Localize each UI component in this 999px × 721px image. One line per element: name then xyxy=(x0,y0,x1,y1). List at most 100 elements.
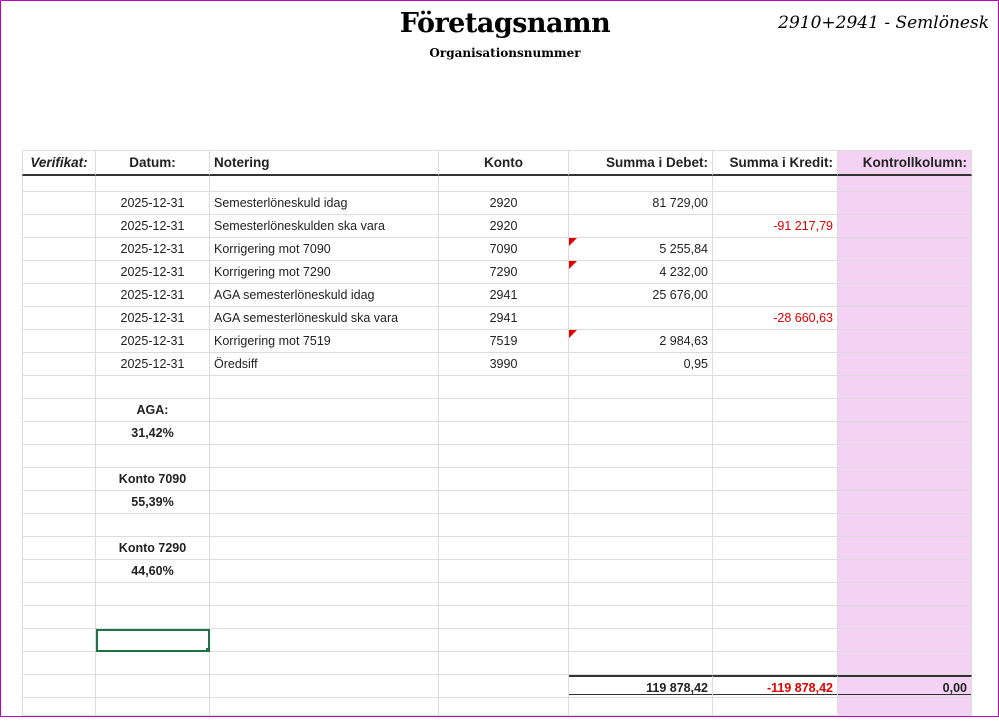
cell[interactable] xyxy=(569,376,713,399)
cell[interactable] xyxy=(439,399,569,422)
cell[interactable] xyxy=(439,537,569,560)
cell[interactable] xyxy=(838,698,972,716)
cell[interactable] xyxy=(22,583,96,606)
cell[interactable] xyxy=(838,468,972,491)
cell[interactable] xyxy=(569,399,713,422)
cell-konto[interactable]: 2920 xyxy=(439,192,569,215)
cell-notering[interactable]: Semesterlöneskulden ska vara xyxy=(210,215,439,238)
cell[interactable] xyxy=(569,422,713,445)
cell-kontroll[interactable] xyxy=(838,192,972,215)
cell-kredit[interactable] xyxy=(713,192,838,215)
col-verifikat[interactable]: Verifikat: xyxy=(22,150,96,176)
cell[interactable] xyxy=(439,176,569,192)
cell[interactable] xyxy=(713,422,838,445)
cell-konto[interactable]: 2920 xyxy=(439,215,569,238)
cell[interactable] xyxy=(838,176,972,192)
cell-notering[interactable]: Öredsiff xyxy=(210,353,439,376)
cell[interactable] xyxy=(210,560,439,583)
cell[interactable] xyxy=(439,376,569,399)
cell[interactable] xyxy=(210,468,439,491)
cell[interactable] xyxy=(96,698,210,716)
cell-notering[interactable]: Semesterlöneskuld idag xyxy=(210,192,439,215)
cell[interactable] xyxy=(96,675,210,698)
cell[interactable] xyxy=(22,376,96,399)
cell-kredit[interactable] xyxy=(713,238,838,261)
cell[interactable] xyxy=(210,422,439,445)
col-konto[interactable]: Konto xyxy=(439,150,569,176)
selected-cell[interactable] xyxy=(96,629,210,652)
cell[interactable] xyxy=(713,652,838,675)
cell-debet[interactable]: 25 676,00 xyxy=(569,284,713,307)
cell[interactable] xyxy=(96,445,210,468)
cell-kredit[interactable] xyxy=(713,330,838,353)
cell[interactable] xyxy=(569,652,713,675)
cell[interactable] xyxy=(439,652,569,675)
cell[interactable] xyxy=(439,468,569,491)
cell-datum[interactable]: 2025-12-31 xyxy=(96,261,210,284)
cell[interactable] xyxy=(569,606,713,629)
cell-verifikat[interactable] xyxy=(22,261,96,284)
cell-verifikat[interactable] xyxy=(22,353,96,376)
cell-kontroll[interactable] xyxy=(838,261,972,284)
cell-debet[interactable]: 4 232,00 xyxy=(569,261,713,284)
cell[interactable] xyxy=(22,698,96,716)
cell[interactable] xyxy=(838,583,972,606)
cell[interactable] xyxy=(838,422,972,445)
cell-konto[interactable]: 7290 xyxy=(439,261,569,284)
cell[interactable] xyxy=(569,491,713,514)
cell-kontroll[interactable] xyxy=(838,215,972,238)
cell[interactable] xyxy=(22,399,96,422)
total-kontroll[interactable]: 0,00 xyxy=(838,675,972,698)
cell[interactable] xyxy=(210,176,439,192)
cell[interactable] xyxy=(713,629,838,652)
cell[interactable] xyxy=(22,675,96,698)
cell[interactable] xyxy=(439,583,569,606)
cell-kontroll[interactable] xyxy=(838,238,972,261)
cell[interactable] xyxy=(713,560,838,583)
cell[interactable] xyxy=(569,629,713,652)
cell-kredit[interactable] xyxy=(713,353,838,376)
cell-datum[interactable]: 2025-12-31 xyxy=(96,215,210,238)
konto-7290-rate[interactable]: 44,60% xyxy=(96,560,210,583)
cell[interactable] xyxy=(210,399,439,422)
cell-verifikat[interactable] xyxy=(22,307,96,330)
cell[interactable] xyxy=(22,652,96,675)
cell[interactable] xyxy=(838,606,972,629)
cell[interactable] xyxy=(96,583,210,606)
cell[interactable] xyxy=(96,652,210,675)
cell-kredit[interactable]: -28 660,63 xyxy=(713,307,838,330)
cell-verifikat[interactable] xyxy=(22,192,96,215)
cell-notering[interactable]: Korrigering mot 7290 xyxy=(210,261,439,284)
cell[interactable] xyxy=(838,376,972,399)
cell-datum[interactable]: 2025-12-31 xyxy=(96,192,210,215)
cell[interactable] xyxy=(569,468,713,491)
total-debet[interactable]: 119 878,42 xyxy=(569,675,713,698)
cell[interactable] xyxy=(569,583,713,606)
cell[interactable] xyxy=(22,176,96,192)
comment-indicator-icon[interactable] xyxy=(569,261,577,269)
cell[interactable] xyxy=(439,560,569,583)
cell[interactable] xyxy=(22,606,96,629)
konto-7090-rate[interactable]: 55,39% xyxy=(96,491,210,514)
cell[interactable] xyxy=(22,514,96,537)
cell[interactable] xyxy=(713,606,838,629)
cell[interactable] xyxy=(210,629,439,652)
col-kredit[interactable]: Summa i Kredit: xyxy=(713,150,838,176)
cell[interactable] xyxy=(838,491,972,514)
total-kredit[interactable]: -119 878,42 xyxy=(713,675,838,698)
konto-7090-label[interactable]: Konto 7090 xyxy=(96,468,210,491)
cell[interactable] xyxy=(22,445,96,468)
col-kontroll[interactable]: Kontrollkolumn: xyxy=(838,150,972,176)
cell[interactable] xyxy=(210,675,439,698)
cell[interactable] xyxy=(210,491,439,514)
cell-konto[interactable]: 2941 xyxy=(439,284,569,307)
col-debet[interactable]: Summa i Debet: xyxy=(569,150,713,176)
cell[interactable] xyxy=(22,560,96,583)
cell[interactable] xyxy=(713,583,838,606)
konto-7290-label[interactable]: Konto 7290 xyxy=(96,537,210,560)
cell[interactable] xyxy=(713,445,838,468)
cell[interactable] xyxy=(210,537,439,560)
cell-kredit[interactable]: -91 217,79 xyxy=(713,215,838,238)
cell[interactable] xyxy=(96,376,210,399)
cell[interactable] xyxy=(439,514,569,537)
